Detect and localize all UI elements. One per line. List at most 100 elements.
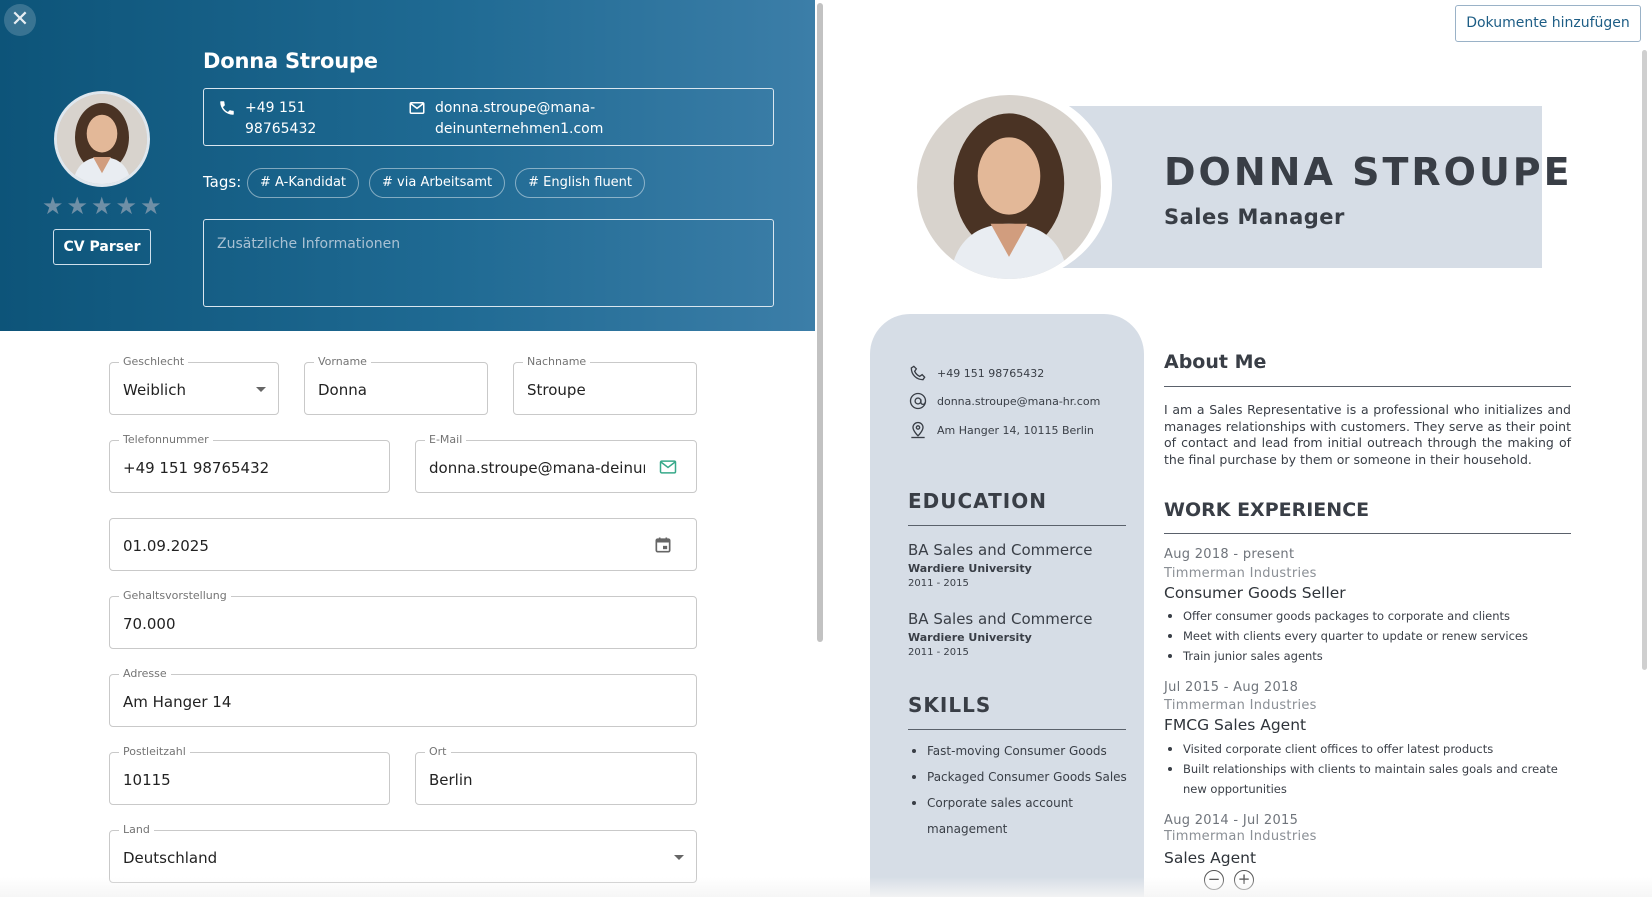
cv-job-bullets: Visited corporate client offices to offe… [1164,739,1571,799]
chevron-down-icon [256,387,266,392]
add-documents-button[interactable]: Dokumente hinzufügen [1455,5,1641,42]
location-icon [911,421,925,439]
tag-chip[interactable]: # via Arbeitsamt [369,168,506,198]
salary-value: 70.000 [123,615,176,633]
cv-role: Sales Manager [1164,205,1345,229]
cv-degree: BA Sales and Commerce [908,610,1093,628]
cv-years: 2011 - 2015 [908,578,969,589]
phone-icon [220,101,234,115]
rating-stars: ★ ★ ★ ★ ★ [42,193,162,219]
cv-job-period: Aug 2014 - Jul 2015 [1164,813,1299,828]
phone-field[interactable]: Telefonnummer +49 151 98765432 [109,433,390,493]
cv-years: 2011 - 2015 [908,647,969,658]
cv-skills-title: SKILLS [908,693,992,717]
star-icon[interactable]: ★ [116,193,138,219]
cv-skill-item: Fast-moving Consumer Goods [908,738,1138,764]
address-field[interactable]: Adresse Am Hanger 14 [109,667,697,727]
phone-label: Telefonnummer [119,433,213,447]
cv-photo [917,95,1101,279]
city-field[interactable]: Ort Berlin [415,745,697,805]
email-field[interactable]: E-Mail donna.stroupe@mana-deinunternehme… [415,433,697,493]
chevron-down-icon [674,855,684,860]
contact-box: +49 151 98765432 donna.stroupe@mana-dein… [203,88,774,146]
mail-icon [409,102,425,114]
cv-school: Wardiere University [908,631,1032,644]
right-scrollbar[interactable] [1642,50,1647,670]
cv-preview-pane: Dokumente hinzufügen DONNA STROUPE Sales… [824,0,1652,897]
cv-contact-email: donna.stroupe@mana-hr.com [908,391,1100,411]
gender-select[interactable]: Geschlecht Weiblich [109,355,279,415]
cv-job-bullets: Offer consumer goods packages to corpora… [1164,606,1571,666]
city-label: Ort [425,745,451,759]
cv-job-company: Timmerman Industries [1164,698,1317,713]
cv-address-text: Am Hanger 14, 10115 Berlin [937,423,1094,437]
salary-field[interactable]: Gehaltsvorstellung 70.000 [109,589,697,649]
cv-skill-item: Corporate sales account management [908,790,1138,842]
cv-divider [908,729,1126,730]
cv-job-bullet: Visited corporate client offices to offe… [1164,739,1571,759]
cv-school: Wardiere University [908,562,1032,575]
star-icon[interactable]: ★ [91,193,113,219]
tag-list: # A-Kandidat # via Arbeitsamt # English … [247,168,646,198]
zip-value: 10115 [123,771,171,789]
gender-value: Weiblich [123,381,186,399]
zip-field[interactable]: Postleitzahl 10115 [109,745,390,805]
contact-phone[interactable]: +49 151 98765432 [245,98,355,140]
cv-photo-image [917,95,1101,279]
cv-job-bullet: Meet with clients every quarter to updat… [1164,626,1571,646]
avatar-photo [57,94,147,184]
cv-job-bullet: Built relationships with clients to main… [1164,759,1571,799]
avatar[interactable] [54,91,150,187]
gender-label: Geschlecht [119,355,189,369]
star-icon[interactable]: ★ [67,193,89,219]
lastname-value: Stroupe [527,381,586,399]
country-value: Deutschland [123,849,218,867]
cv-phone-text: +49 151 98765432 [937,366,1045,380]
address-label: Adresse [119,667,171,681]
cv-job-period: Jul 2015 - Aug 2018 [1164,680,1299,695]
cv-job-title: Consumer Goods Seller [1164,584,1346,602]
salary-label: Gehaltsvorstellung [119,589,231,603]
cv-work-title: WORK EXPERIENCE [1164,499,1370,521]
tag-chip[interactable]: # A-Kandidat [247,168,360,198]
contact-email[interactable]: donna.stroupe@mana-deinunternehmen1.com [435,98,665,140]
star-icon[interactable]: ★ [140,193,162,219]
cv-about-text: I am a Sales Representative is a profess… [1164,402,1571,467]
email-value: donna.stroupe@mana-deinunternehmen1.com [429,459,645,477]
address-value: Am Hanger 14 [123,693,232,711]
close-icon[interactable]: ✕ [11,7,29,32]
left-scrollbar[interactable] [817,3,823,642]
additional-info-input[interactable]: Zusätzliche Informationen [203,219,774,307]
cv-job-bullet: Offer consumer goods packages to corpora… [1164,606,1571,626]
country-select[interactable]: Land Deutschland [109,823,697,883]
cv-email-text: donna.stroupe@mana-hr.com [937,394,1101,408]
bottom-fade [0,877,1652,897]
lastname-field[interactable]: Nachname Stroupe [513,355,697,415]
star-icon[interactable]: ★ [42,193,64,219]
candidate-name: Donna Stroupe [203,49,378,73]
date-field[interactable]: 01.09.2025 [109,518,697,571]
tag-chip[interactable]: # English fluent [515,168,646,198]
firstname-field[interactable]: Vorname Donna [304,355,488,415]
phone-icon [910,365,926,381]
zip-label: Postleitzahl [119,745,190,759]
at-icon [909,392,927,410]
email-label: E-Mail [425,433,467,447]
cv-education-title: EDUCATION [908,489,1047,513]
cv-parser-button[interactable]: CV Parser [53,229,151,265]
cv-contact-phone: +49 151 98765432 [908,363,1044,383]
country-label: Land [119,823,154,837]
calendar-icon[interactable] [653,535,673,555]
candidate-header: ✕ ★ ★ ★ ★ ★ CV Parser Donna Stroupe +49 … [0,0,815,331]
close-button[interactable]: ✕ [4,4,36,36]
mail-icon[interactable] [658,457,678,477]
cv-divider [1164,386,1571,387]
cv-skills-list: Fast-moving Consumer Goods Packaged Cons… [908,738,1138,842]
cv-job-bullet: Train junior sales agents [1164,646,1571,666]
cv-about-title: About Me [1164,351,1267,373]
phone-value: +49 151 98765432 [123,459,270,477]
firstname-value: Donna [318,381,367,399]
cv-contact-address: Am Hanger 14, 10115 Berlin [908,420,1094,440]
cv-job-company: Timmerman Industries [1164,829,1317,844]
cv-divider [908,525,1126,526]
